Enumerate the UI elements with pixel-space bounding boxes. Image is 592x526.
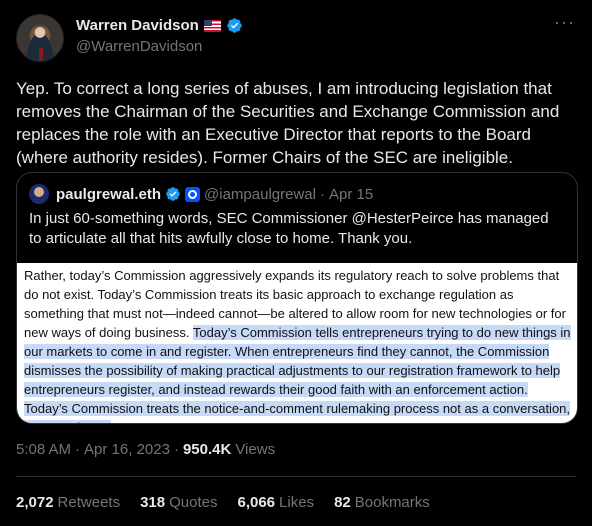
author-name-row: Warren Davidson [76,17,243,34]
bookmarks-stat[interactable]: 82 Bookmarks [334,494,430,511]
tweet: Warren Davidson @WarrenDavidson ··· Yep.… [0,0,592,526]
quoted-tweet-text: In just 60-something words, SEC Commissi… [29,210,549,247]
bookmarks-label: Bookmarks [354,494,430,511]
retweets-label: Retweets [57,494,121,511]
retweets-stat[interactable]: 2,072 Retweets [16,494,120,511]
quotes-stat[interactable]: 318 Quotes [140,494,217,511]
verified-badge-icon[interactable] [226,17,243,34]
author-handle[interactable]: @WarrenDavidson [76,38,202,55]
engagement-stats: 2,072 Retweets 318 Quotes 6,066 Likes 82… [16,494,430,511]
avatar[interactable] [16,14,64,62]
tweet-meta: 5:08 AM · Apr 16, 2023 · 950.4K Views [16,441,275,458]
likes-stat[interactable]: 6,066 Likes [237,494,314,511]
likes-label: Likes [279,494,315,511]
likes-count: 6,066 [237,494,276,511]
views-count: 950.4K [182,441,232,458]
quotes-label: Quotes [169,494,218,511]
quoted-display-name: paulgrewal.eth [56,185,162,203]
tweet-text: Yep. To correct a long series of abuses,… [16,79,560,167]
separator-dot: · [75,441,81,458]
verified-badge-icon [166,187,180,201]
quoted-image[interactable]: Rather, today’s Commission aggressively … [17,263,577,423]
separator-dot: · [173,441,179,458]
quoted-image-text: Rather, today’s Commission aggressively … [24,266,572,423]
tweet-date[interactable]: Apr 16, 2023 [84,441,170,458]
bookmarks-count: 82 [334,494,351,511]
author-display-name[interactable]: Warren Davidson [76,17,199,34]
quoted-handle: @iampaulgrewal [204,185,316,203]
divider [16,476,576,477]
retweets-count: 2,072 [16,494,54,511]
quoted-date: Apr 15 [328,185,374,203]
coinbase-affiliate-icon [185,186,201,202]
us-flag-icon [203,19,221,32]
separator-dot: · [319,185,325,203]
tweet-time[interactable]: 5:08 AM [16,441,71,458]
more-options-icon[interactable]: ··· [554,13,574,36]
quoted-tweet[interactable]: paulgrewal.eth @iampaulgrewal · Apr 15 I… [16,172,578,424]
tweet-header: Warren Davidson @WarrenDavidson ··· [16,12,576,62]
quoted-tweet-header: paulgrewal.eth @iampaulgrewal · Apr 15 [29,184,373,204]
quoted-avatar[interactable] [29,184,49,204]
views-label: Views [235,441,276,458]
quotes-count: 318 [140,494,166,511]
